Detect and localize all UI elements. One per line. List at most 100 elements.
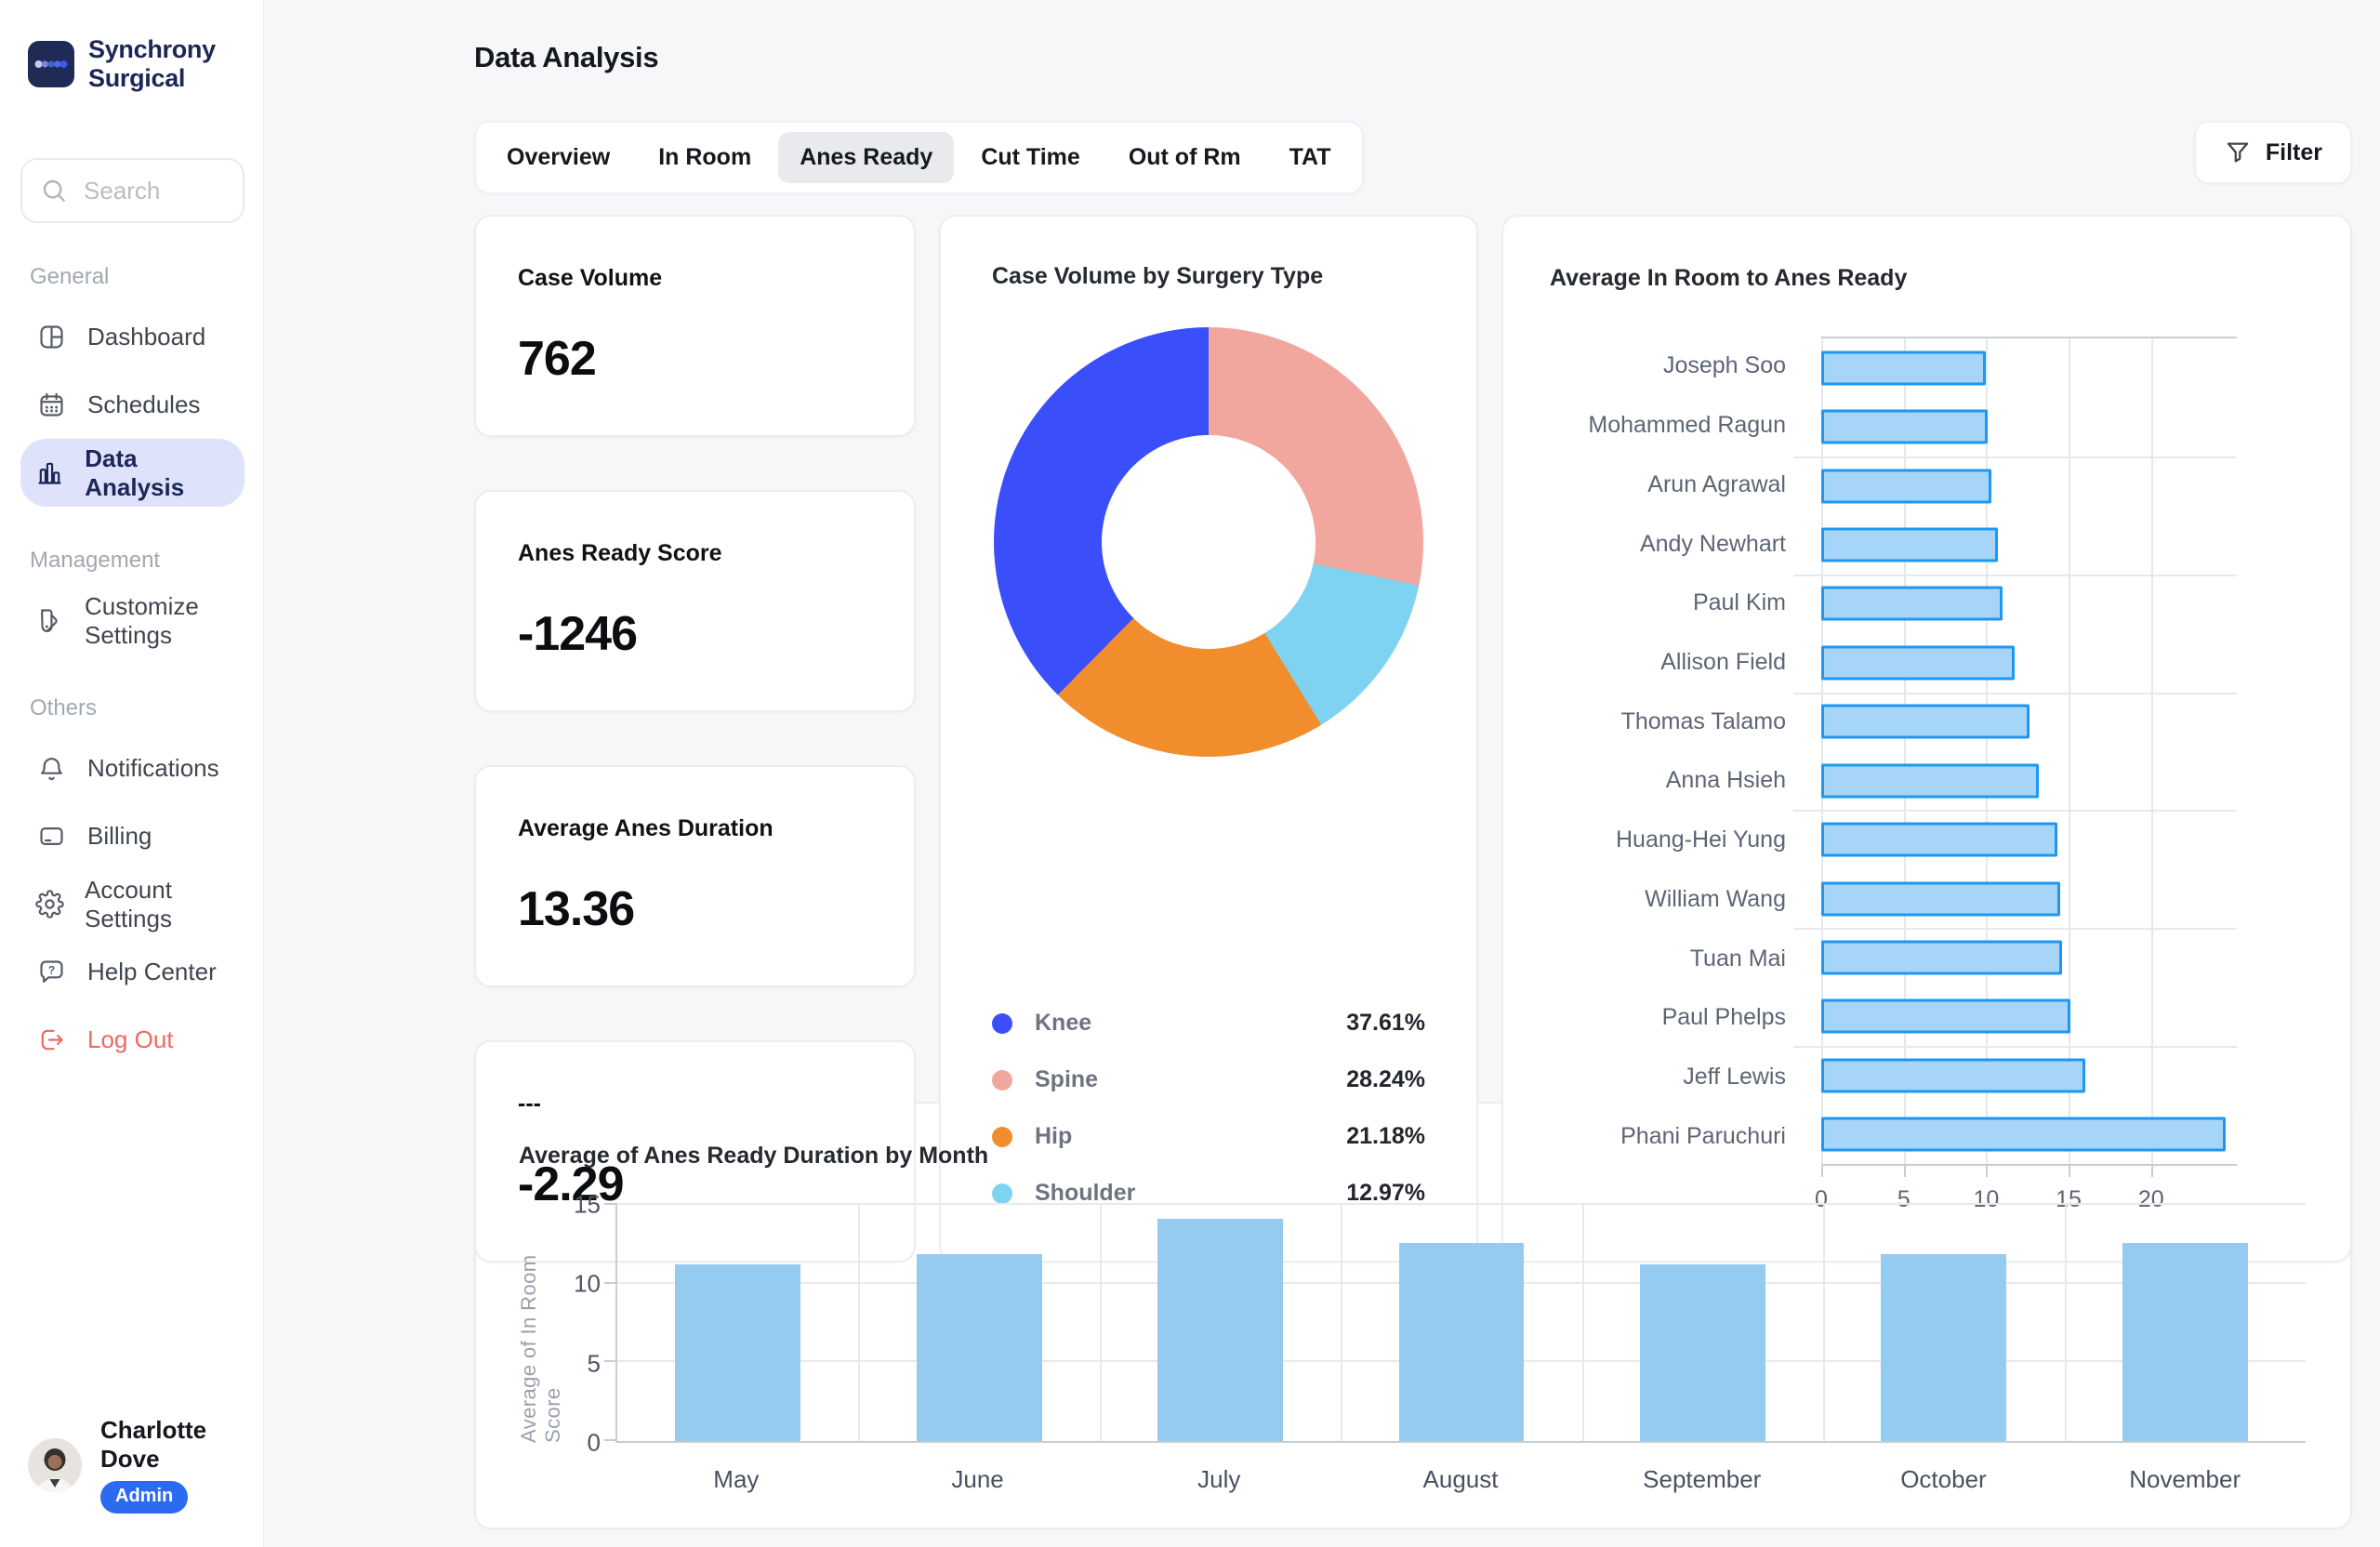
month-bar[interactable] bbox=[1881, 1253, 2007, 1441]
month-column bbox=[1823, 1205, 2064, 1441]
month-bar[interactable] bbox=[1398, 1242, 1525, 1441]
sidebar-nav: General Dashboard Schedules Data Analysis Ma… bbox=[20, 223, 245, 1074]
sidebar-item-log-out[interactable]: Log Out bbox=[20, 1006, 245, 1074]
hbar-category-label: Joseph Soo bbox=[1662, 352, 1786, 379]
sidebar-item-label: Billing bbox=[87, 822, 152, 850]
month-label: September bbox=[1643, 1465, 1762, 1493]
search-icon bbox=[39, 176, 69, 205]
sidebar-item-label: Help Center bbox=[87, 958, 217, 985]
tab-cut-time[interactable]: Cut Time bbox=[959, 132, 1102, 183]
tab-tat[interactable]: TAT bbox=[1268, 132, 1353, 183]
stat-card-value: -1246 bbox=[518, 607, 638, 661]
hbar-row bbox=[1821, 338, 2237, 397]
month-bar[interactable] bbox=[675, 1264, 801, 1441]
hbar-row bbox=[1821, 751, 2237, 810]
stat-card: Average Anes Duration 13.36 bbox=[474, 765, 916, 987]
hbar-row bbox=[1821, 1104, 2237, 1163]
tab-anes-ready[interactable]: Anes Ready bbox=[778, 132, 955, 183]
hbar-bar[interactable] bbox=[1821, 1117, 2226, 1152]
hbar-bar[interactable] bbox=[1821, 586, 2003, 621]
hbar-row bbox=[1821, 515, 2237, 574]
hbar-bar[interactable] bbox=[1821, 998, 2070, 1034]
hbar-row bbox=[1821, 633, 2237, 692]
sidebar-item-billing[interactable]: Billing bbox=[20, 802, 245, 870]
app-logo bbox=[28, 41, 74, 87]
user-profile[interactable]: Charlotte Dove Admin bbox=[20, 1397, 245, 1514]
stat-cards-column: Case Volume 762 Anes Ready Score -1246 Avera… bbox=[474, 215, 916, 1263]
bell-icon bbox=[35, 754, 67, 783]
sidebar-item-help-center[interactable]: ? Help Center bbox=[20, 938, 245, 1006]
legend-dot bbox=[992, 1126, 1012, 1147]
legend-value: 28.24% bbox=[1346, 1066, 1425, 1092]
sidebar-item-data-analysis[interactable]: Data Analysis bbox=[20, 439, 245, 507]
brand-name: Synchrony Surgical bbox=[88, 35, 216, 92]
hbar-row bbox=[1821, 456, 2237, 515]
month-bar[interactable] bbox=[916, 1253, 1042, 1441]
sidebar-section-label: General bbox=[30, 264, 110, 289]
sidebar-item-schedules[interactable]: Schedules bbox=[20, 371, 245, 439]
sidebar-item-label: Data Analysis bbox=[85, 443, 185, 501]
axis-tick bbox=[1986, 1166, 1989, 1177]
tab-overview[interactable]: Overview bbox=[485, 132, 631, 183]
brand: Synchrony Surgical bbox=[20, 35, 245, 93]
axis-tick bbox=[604, 1281, 617, 1284]
donut-hole bbox=[1102, 435, 1316, 649]
hbar-category-label: Arun Agrawal bbox=[1647, 470, 1786, 497]
sidebar-item-account-settings[interactable]: Account Settings bbox=[20, 870, 245, 938]
sidebar-item-notifications[interactable]: Notifications bbox=[20, 734, 245, 802]
hbar-row bbox=[1821, 869, 2237, 928]
sidebar-section-label: Management bbox=[30, 548, 161, 573]
axis-tick bbox=[1903, 1166, 1906, 1177]
stat-card: Case Volume 762 bbox=[474, 215, 916, 437]
y-tick-label: 10 bbox=[574, 1269, 601, 1298]
hbar-bar[interactable] bbox=[1821, 1058, 2085, 1093]
credit-card-icon bbox=[35, 822, 67, 851]
palette-icon bbox=[35, 606, 64, 635]
stat-card-value: 762 bbox=[518, 332, 597, 386]
main-content: Data Analysis Overview In Room Anes Ready C… bbox=[264, 0, 2380, 1547]
hbar-category-label: Tuan Mai bbox=[1689, 945, 1786, 972]
axis-tick bbox=[2150, 1166, 2153, 1177]
month-bar[interactable] bbox=[1157, 1219, 1283, 1441]
tab-in-room[interactable]: In Room bbox=[637, 132, 773, 183]
hbar-bar[interactable] bbox=[1821, 763, 2040, 799]
tab-out-of-rm[interactable]: Out of Rm bbox=[1107, 132, 1263, 183]
profile-name: Charlotte Dove bbox=[100, 1416, 207, 1473]
hbar-row bbox=[1821, 693, 2237, 751]
sidebar-item-label: Log Out bbox=[87, 1025, 174, 1053]
hbar-bar[interactable] bbox=[1821, 704, 2030, 739]
hbar-bar[interactable] bbox=[1821, 527, 1998, 562]
month-bar[interactable] bbox=[2122, 1242, 2248, 1441]
hbar-rows bbox=[1821, 338, 2237, 1164]
role-badge: Admin bbox=[100, 1481, 189, 1514]
sidebar-item-label: Dashboard bbox=[87, 323, 206, 350]
avatar bbox=[28, 1437, 82, 1492]
month-column bbox=[1582, 1205, 1823, 1441]
hbar-bar[interactable] bbox=[1821, 409, 1989, 444]
hbar-bar[interactable] bbox=[1821, 645, 2015, 681]
axis-tick bbox=[604, 1439, 617, 1441]
stat-card-title: Anes Ready Score bbox=[518, 540, 722, 566]
hbar-bar[interactable] bbox=[1821, 881, 2061, 916]
hbar-row bbox=[1821, 810, 2237, 868]
filter-button[interactable]: Filter bbox=[2193, 121, 2352, 184]
filter-funnel-icon bbox=[2224, 139, 2252, 166]
hbar-bar[interactable] bbox=[1821, 469, 1991, 504]
hbar-plot-area bbox=[1793, 337, 2237, 1166]
hbar-row bbox=[1821, 575, 2237, 633]
y-tick-label: 5 bbox=[587, 1349, 601, 1378]
page-title: Data Analysis bbox=[474, 41, 659, 73]
legend-dot bbox=[992, 1012, 1012, 1034]
monthly-chart-y-axis-label: Average of In Room Score bbox=[517, 1254, 564, 1443]
stat-card-title: Average Anes Duration bbox=[518, 815, 774, 841]
month-bar[interactable] bbox=[1639, 1264, 1765, 1441]
axis-tick bbox=[1821, 1166, 1823, 1177]
hbar-bar[interactable] bbox=[1821, 940, 2062, 975]
sidebar-item-dashboard[interactable]: Dashboard bbox=[20, 303, 245, 371]
hbar-bar[interactable] bbox=[1821, 350, 1987, 386]
hbar-bar[interactable] bbox=[1821, 822, 2057, 857]
sidebar-item-customize-settings[interactable]: Customize Settings bbox=[20, 587, 245, 654]
stat-card-value: 13.36 bbox=[518, 882, 635, 936]
svg-text:?: ? bbox=[47, 963, 55, 976]
sidebar-section-label: Others bbox=[30, 695, 98, 721]
